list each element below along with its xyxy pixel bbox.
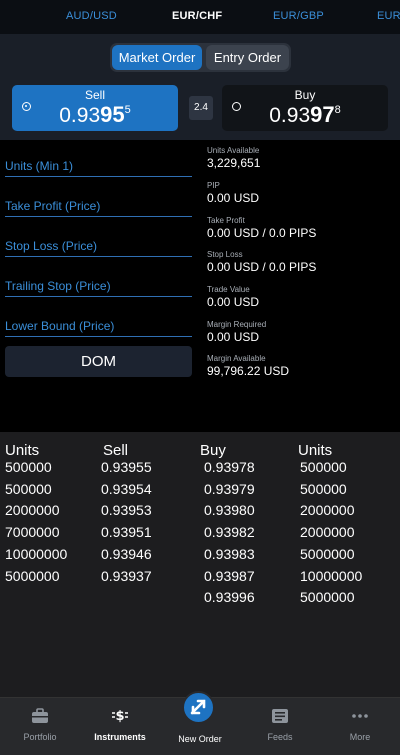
sell-units-cell: 2000000 — [5, 502, 60, 519]
take-profit-info-label: Take Profit — [207, 216, 245, 225]
nav-instruments-label: Instruments — [94, 732, 146, 742]
spread-badge: 2.4 — [189, 96, 213, 120]
pair-tab-eur-partial[interactable]: EUR — [377, 10, 400, 22]
nav-new-order-label: New Order — [178, 734, 222, 744]
trade-value-info: Trade Value 0.00 USD — [207, 285, 259, 309]
nav-portfolio[interactable]: Portfolio — [0, 698, 80, 755]
header-sell: Sell — [103, 442, 129, 459]
margin-required-label: Margin Required — [207, 320, 267, 329]
stop-loss-placeholder: Stop Loss (Price) — [5, 239, 98, 253]
pip-info: PIP 0.00 USD — [207, 181, 259, 205]
sell-price-cell: 0.93953 — [101, 502, 152, 519]
buy-price: 0.93978 — [269, 102, 341, 127]
buy-units-cell: 5000000 — [300, 589, 355, 606]
buy-price-cell: 0.93982 — [204, 524, 255, 541]
sell-label: Sell — [84, 88, 105, 102]
order-panel: Market Order Entry Order Sell 0.93955 2.… — [0, 34, 400, 140]
briefcase-icon — [32, 708, 48, 723]
buy-price-cell: 0.93983 — [204, 545, 255, 562]
new-order-circle — [182, 691, 215, 724]
stop-loss-info-label: Stop Loss — [207, 250, 243, 259]
nav-portfolio-label: Portfolio — [23, 732, 57, 742]
nav-new-order[interactable]: New Order — [160, 691, 240, 755]
market-order-button[interactable]: Market Order — [112, 45, 202, 70]
pair-tabs: AUD/USD EUR/CHF EUR/GBP EUR — [0, 0, 400, 34]
buy-units-cell: 500000 — [300, 480, 347, 497]
margin-available-label: Margin Available — [207, 354, 266, 363]
units-available-value: 3,229,651 — [207, 156, 261, 170]
stop-loss-info-value: 0.00 USD / 0.0 PIPS — [207, 260, 317, 274]
margin-available-info: Margin Available 99,796.22 USD — [207, 354, 289, 378]
buy-units-cell: 10000000 — [300, 567, 363, 584]
buy-units-cell: 500000 — [300, 459, 347, 475]
sell-price-cell: 0.93955 — [101, 459, 152, 475]
sell-price-cell: 0.93946 — [101, 545, 152, 562]
buy-label: Buy — [294, 88, 316, 102]
sell-units-cell: 5000000 — [5, 567, 60, 584]
sell-price: 0.93955 — [59, 102, 131, 127]
more-dots-icon — [352, 714, 368, 718]
nav-feeds[interactable]: Feeds — [240, 698, 320, 755]
order-type-segmented: Market Order Entry Order — [110, 43, 291, 72]
sell-units-cell: 500000 — [5, 459, 52, 475]
margin-required-value: 0.00 USD — [207, 330, 260, 344]
sell-units-cell: 500000 — [5, 480, 52, 497]
trailing-stop-field[interactable]: Trailing Stop (Price) — [5, 277, 192, 297]
nav-instruments[interactable]: $ Instruments — [80, 698, 160, 755]
buy-price-cell: 0.93980 — [204, 502, 255, 519]
instruments-icon: $ — [112, 709, 128, 724]
nav-more[interactable]: More — [320, 698, 400, 755]
units-placeholder: Units (Min 1) — [5, 159, 74, 173]
depth-of-market-table: Units Sell Buy Units 500000 500000 2000000… — [0, 432, 400, 697]
pair-tab-aud-usd[interactable]: AUD/USD — [66, 10, 117, 22]
trailing-stop-placeholder: Trailing Stop (Price) — [5, 279, 111, 293]
buy-price-button[interactable]: Buy 0.93978 — [222, 85, 388, 131]
order-form: Units (Min 1) Take Profit (Price) Stop L… — [0, 140, 400, 432]
stop-loss-info: Stop Loss 0.00 USD / 0.0 PIPS — [207, 250, 316, 274]
header-buy: Buy — [200, 442, 226, 459]
take-profit-field[interactable]: Take Profit (Price) — [5, 197, 192, 217]
pip-value: 0.00 USD — [207, 191, 260, 205]
sell-price-button[interactable]: Sell 0.93955 — [12, 85, 178, 131]
entry-order-button[interactable]: Entry Order — [206, 45, 289, 70]
nav-more-label: More — [349, 732, 371, 742]
trade-value-value: 0.00 USD — [207, 295, 260, 309]
pair-tab-eur-chf[interactable]: EUR/CHF — [172, 10, 222, 22]
buy-units-cell: 2000000 — [300, 502, 355, 519]
take-profit-info-value: 0.00 USD / 0.0 PIPS — [207, 226, 317, 240]
lower-bound-placeholder: Lower Bound (Price) — [5, 319, 115, 333]
margin-available-value: 99,796.22 USD — [207, 364, 290, 378]
take-profit-placeholder: Take Profit (Price) — [5, 199, 101, 213]
dom-button[interactable]: DOM — [5, 346, 192, 377]
feeds-icon — [272, 709, 288, 723]
trade-value-label: Trade Value — [207, 285, 250, 294]
sell-units-cell: 7000000 — [5, 524, 60, 541]
margin-required-info: Margin Required 0.00 USD — [207, 320, 266, 344]
units-available-label: Units Available — [207, 146, 260, 155]
header-sell-units: Units — [5, 442, 40, 459]
buy-price-cell: 0.93979 — [204, 480, 255, 497]
buy-price-cell: 0.93978 — [204, 459, 255, 475]
buy-units-cell: 2000000 — [300, 524, 355, 541]
units-field[interactable]: Units (Min 1) — [5, 157, 192, 177]
pip-label: PIP — [207, 181, 220, 190]
stop-loss-field[interactable]: Stop Loss (Price) — [5, 237, 192, 257]
units-available-info: Units Available 3,229,651 — [207, 146, 260, 170]
buy-price-cell: 0.93987 — [204, 567, 255, 584]
lower-bound-field[interactable]: Lower Bound (Price) — [5, 317, 192, 337]
buy-units-cell: 5000000 — [300, 545, 355, 562]
nav-feeds-label: Feeds — [267, 732, 293, 742]
buy-price-cell: 0.93996 — [204, 589, 255, 606]
pair-tab-eur-gbp[interactable]: EUR/GBP — [273, 10, 324, 22]
new-order-icon — [190, 699, 206, 715]
bottom-nav: Portfolio $ Instruments New Order Feeds … — [0, 691, 400, 755]
sell-price-cell: 0.93951 — [101, 524, 152, 541]
sell-units-cell: 10000000 — [5, 545, 68, 562]
sell-price-cell: 0.93937 — [101, 567, 152, 584]
sell-price-cell: 0.93954 — [101, 480, 152, 497]
svg-text:$: $ — [115, 709, 124, 724]
header-buy-units: Units — [298, 442, 333, 459]
take-profit-info: Take Profit 0.00 USD / 0.0 PIPS — [207, 216, 316, 240]
